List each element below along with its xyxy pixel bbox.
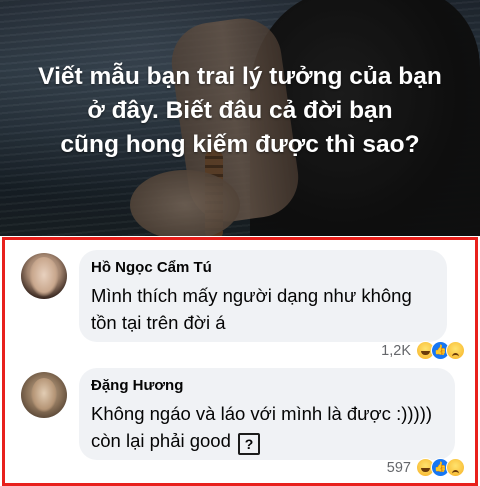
- caption-line: Viết mẫu bạn trai lý tưởng của bạn: [38, 63, 442, 90]
- comment-text-line: Không ngáo và láo với mình là được :))))…: [91, 403, 433, 424]
- reaction-summary[interactable]: 1,2K: [381, 341, 465, 360]
- reaction-summary[interactable]: 597: [387, 458, 465, 477]
- comment-text-line: còn lại phải good ?: [91, 427, 439, 455]
- sad-icon: [446, 341, 465, 360]
- reaction-count: 1,2K: [381, 342, 411, 359]
- comment-text-line: Mình thích mấy người dạng như không: [91, 285, 412, 306]
- banner-caption: Viết mẫu bạn trai lý tưởng của bạn ở đây…: [0, 60, 480, 162]
- reaction-count: 597: [386, 459, 411, 476]
- avatar[interactable]: [21, 253, 67, 299]
- comments-frame: Hồ Ngọc Cẩm Tú Mình thích mấy người dạng…: [2, 237, 478, 486]
- comment-bubble: Đặng Hương Không ngáo và láo với mình là…: [79, 368, 455, 460]
- comment-author[interactable]: Đặng Hương: [91, 376, 439, 396]
- sad-icon: [446, 458, 465, 477]
- caption-line: ở đây. Biết đâu cả đời bạn: [87, 97, 393, 124]
- comment-author[interactable]: Hồ Ngọc Cẩm Tú: [91, 258, 431, 278]
- unknown-glyph-box: ?: [238, 433, 261, 455]
- comment-text-fragment: còn lại phải good: [91, 430, 231, 451]
- caption-line: cũng hong kiếm được thì sao?: [60, 131, 420, 158]
- avatar[interactable]: [21, 372, 67, 418]
- comment-text-line: tồn tại trên đời á: [91, 312, 226, 333]
- comment-bubble: Hồ Ngọc Cẩm Tú Mình thích mấy người dạng…: [79, 250, 447, 342]
- banner-image: Viết mẫu bạn trai lý tưởng của bạn ở đây…: [0, 0, 480, 236]
